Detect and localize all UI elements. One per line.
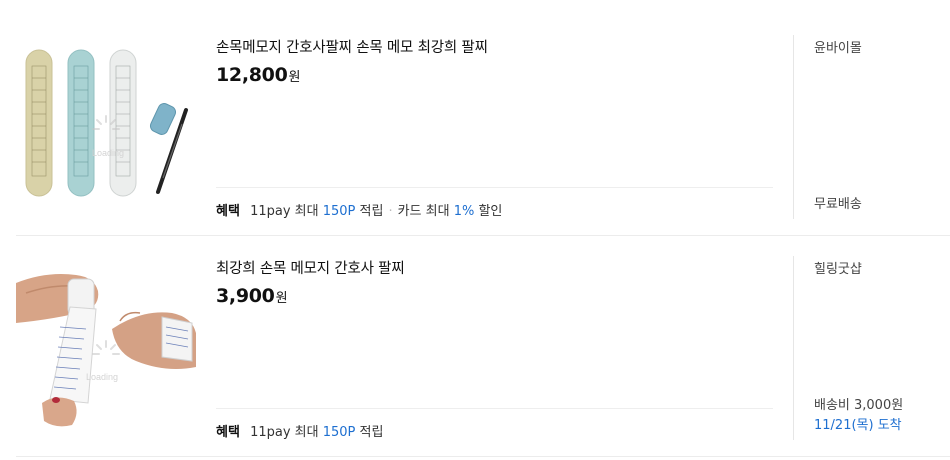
benefit-discount-text: 할인 [478,204,503,219]
shipping-fee: 배송비 3,000원 [814,398,904,413]
benefit-card-text: 카드 최대 [397,204,450,219]
product-price: 3,900원 [216,285,288,307]
free-shipping: 무료배송 [814,197,862,212]
shipping-info: 배송비 3,000원 11/21(목) 도착 [814,396,903,436]
seller-column: 힐링굿샵 배송비 3,000원 11/21(목) 도착 [793,256,950,440]
benefit-points: 150P [322,425,356,440]
product-info: 최강희 손목 메모지 간호사 팔찌 3,900원 혜택 11pay 최대 150… [216,236,773,456]
product-photo-wrist-notes: Loading [16,274,196,427]
product-title[interactable]: 손목메모지 간호사팔찌 손목 메모 최강희 팔찌 [216,36,488,57]
shipping-info: 무료배송 [814,195,862,215]
price-unit: 원 [275,291,288,306]
product-item: Loading 손목메모지 간호사팔찌 손목 메모 최강희 팔찌 12,800원… [16,15,950,236]
benefit-11pay-text: 11pay 최대 [250,204,319,219]
seller-column: 윤바이몰 무료배송 [793,35,950,219]
product-item: Loading 최강희 손목 메모지 간호사 팔찌 3,900원 혜택 11pa… [16,236,950,457]
benefit-points: 150P [322,204,356,219]
benefit-accrue-text: 적립 [359,425,384,440]
benefit-label: 혜택 [216,425,240,440]
benefit-row: 혜택 11pay 최대 150P 적립 · 카드 최대 1% 할인 [216,187,773,219]
benefit-accrue-text: 적립 [359,204,384,219]
product-image[interactable]: Loading [16,32,196,212]
benefit-percent: 1% [453,204,475,219]
seller-name[interactable]: 힐링굿샵 [814,258,862,277]
loading-text: Loading [86,372,118,382]
product-title[interactable]: 최강희 손목 메모지 간호사 팔찌 [216,257,405,278]
product-image[interactable]: Loading [16,253,196,433]
product-photo-wristband-memo: Loading [25,49,188,197]
price-unit: 원 [288,70,301,85]
benefit-row: 혜택 11pay 최대 150P 적립 [216,408,773,440]
price-value: 12,800 [216,64,288,86]
product-price: 12,800원 [216,64,301,86]
loading-text: Loading [92,148,124,158]
benefit-11pay-text: 11pay 최대 [250,425,319,440]
product-info: 손목메모지 간호사팔찌 손목 메모 최강희 팔찌 12,800원 혜택 11pa… [216,15,773,235]
price-value: 3,900 [216,285,275,307]
delivery-date: 11/21(목) 도착 [814,418,902,433]
benefit-label: 혜택 [216,204,240,219]
benefit-separator: · [388,204,393,219]
seller-name[interactable]: 윤바이몰 [814,37,862,56]
product-list: Loading 손목메모지 간호사팔찌 손목 메모 최강희 팔찌 12,800원… [0,0,950,460]
